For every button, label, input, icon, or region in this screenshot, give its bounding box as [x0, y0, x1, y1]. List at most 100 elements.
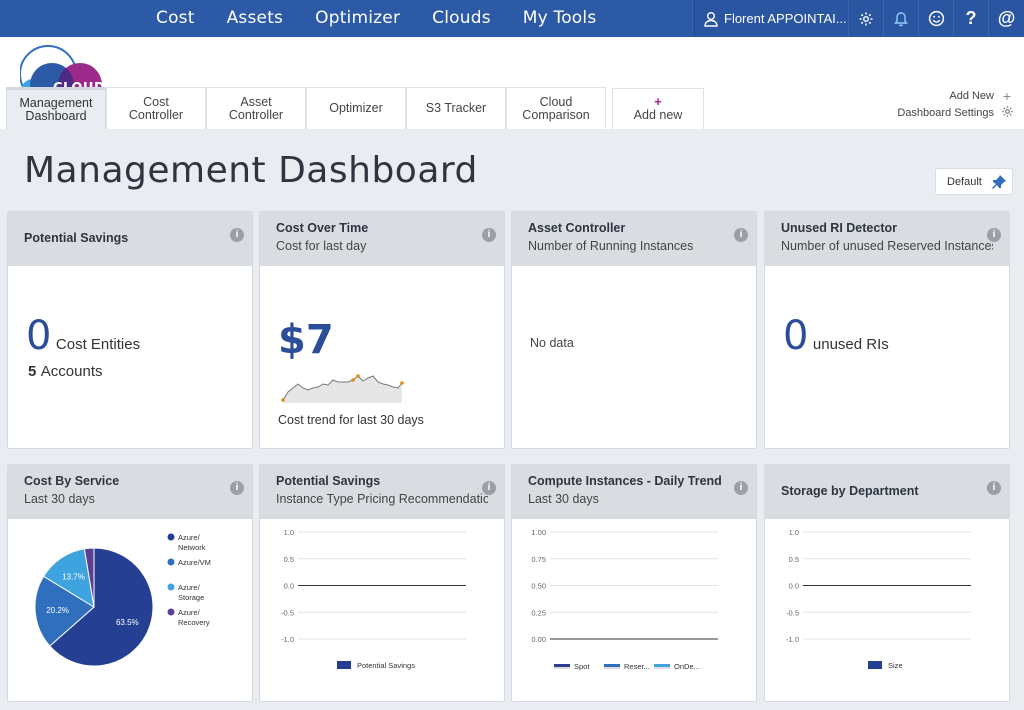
y-tick-label: 1.0 [789, 528, 799, 537]
card-header: Cost Over Time Cost for last day i [260, 212, 504, 266]
user-menu[interactable]: Florent APPOINTAI... [695, 0, 849, 37]
tab-label: Cost [143, 94, 169, 109]
y-tick-label: 0.25 [531, 608, 546, 617]
add-new-widget-button[interactable]: Add New + [897, 87, 1014, 104]
card-title: Potential Savings [276, 474, 381, 488]
plus-icon: + [1002, 87, 1012, 104]
card-subtitle: Number of unused Reserved Instances [781, 239, 993, 253]
y-tick-label: 0.0 [284, 582, 294, 591]
legend-swatch [337, 661, 351, 669]
accounts-metric[interactable]: 5 Accounts [28, 363, 103, 381]
cost-trend-label: Cost trend for last 30 days [278, 413, 424, 427]
info-icon[interactable]: i [482, 481, 496, 495]
legend-label: Recovery [178, 618, 210, 627]
no-data-message: No data [530, 336, 574, 350]
storage-by-department-chart: 1.0 0.5 0.0 -0.5 -1.0 Size [786, 528, 971, 670]
y-tick-label: -0.5 [281, 608, 294, 617]
accounts-label: Accounts [40, 363, 103, 380]
bell-icon[interactable] [884, 0, 919, 37]
y-tick-label: 0.50 [531, 582, 546, 591]
legend-label: Network [178, 543, 206, 552]
cost-sparkline [281, 374, 404, 403]
card-title: Asset Controller [528, 221, 626, 235]
legend-swatch [654, 664, 670, 667]
card-header: Compute Instances - Daily Trend Last 30 … [512, 465, 756, 519]
tab-label: Optimizer [329, 101, 383, 115]
info-icon[interactable]: i [230, 481, 244, 495]
tab-optimizer[interactable]: Optimizer [306, 87, 406, 129]
nav-cost[interactable]: Cost [156, 0, 195, 37]
info-icon[interactable]: i [230, 228, 244, 242]
unused-ri-count: 0 [783, 313, 809, 359]
nav-assets[interactable]: Assets [227, 0, 284, 37]
info-icon[interactable]: i [987, 481, 1001, 495]
info-icon[interactable]: i [482, 228, 496, 242]
pin-icon [991, 174, 1006, 189]
info-icon[interactable]: i [987, 228, 1001, 242]
tab-cloud-comparison[interactable]: Cloud Comparison [506, 87, 606, 129]
cost-value: $7 [278, 317, 334, 363]
dashboard-settings-label: Dashboard Settings [897, 106, 994, 119]
gear-icon [1000, 105, 1014, 121]
y-tick-label: -1.0 [786, 635, 799, 644]
tab-s3-tracker[interactable]: S3 Tracker [406, 87, 506, 129]
card-subtitle: Cost for last day [276, 239, 367, 253]
unused-ri-metric[interactable]: 0 unused RIs [783, 313, 889, 359]
unused-ri-card: Unused RI Detector Number of unused Rese… [764, 211, 1010, 449]
card-header: Cost By Service Last 30 days i [8, 465, 252, 519]
potential-savings-card: Potential Savings i 0 Cost Entities 5 Ac… [7, 211, 253, 449]
add-new-tab-label: Add new [633, 108, 683, 122]
card-title: Cost By Service [24, 474, 120, 488]
legend-label: Azure/ [178, 608, 201, 617]
card-title: Storage by Department [781, 484, 919, 498]
at-icon[interactable]: @ [989, 0, 1024, 37]
legend-marker [167, 558, 175, 566]
info-icon[interactable]: i [734, 481, 748, 495]
info-icon[interactable]: i [734, 228, 748, 242]
card-header: Asset Controller Number of Running Insta… [512, 212, 756, 266]
card-title: Unused RI Detector [781, 221, 897, 235]
storage-by-department-card: Storage by Department i 1.0 0.5 0.0 -0.5 -1.… [764, 464, 1010, 702]
card-subtitle: Last 30 days [24, 492, 95, 506]
dashboard-settings-button[interactable]: Dashboard Settings [897, 104, 1014, 121]
header-actions: Add New + Dashboard Settings [897, 87, 1014, 121]
y-tick-label: -1.0 [281, 635, 294, 644]
dashboard-tabs: Management Dashboard Cost Controller Asset… [6, 87, 606, 129]
legend-label: Azure/VM [178, 558, 211, 567]
main-nav: Cost Assets Optimizer Clouds My Tools [140, 0, 612, 37]
user-icon [704, 11, 718, 27]
card-subtitle: Number of Running Instances [528, 239, 694, 253]
legend-label: Reser... [624, 662, 650, 671]
potential-savings-chart-card: Potential Savings Instance Type Pricing … [259, 464, 505, 702]
nav-clouds[interactable]: Clouds [432, 0, 491, 37]
default-label: Default [947, 175, 982, 188]
legend-label: Storage [178, 593, 204, 602]
tab-asset-controller[interactable]: Asset Controller [206, 87, 306, 129]
gear-icon[interactable] [849, 0, 884, 37]
add-new-label: Add New [949, 89, 994, 102]
cost-by-service-pie: 63.5% 20.2% 13.7% Azure/Network Azure/VM Azur… [34, 533, 211, 667]
cost-entities-metric: 0 Cost Entities [26, 313, 140, 359]
cost-by-service-card: Cost By Service Last 30 days i 63.5% 20.2… [7, 464, 253, 702]
default-dashboard-button[interactable]: Default [935, 168, 1013, 195]
legend-label: Azure/ [178, 583, 201, 592]
tab-label: Comparison [522, 107, 590, 122]
tab-cost-controller[interactable]: Cost Controller [106, 87, 206, 129]
tab-label: Cloud [539, 94, 573, 109]
y-tick-label: 0.0 [789, 582, 799, 591]
smiley-icon[interactable] [919, 0, 954, 37]
pie-data-label: 20.2% [46, 606, 69, 615]
add-new-tab-button[interactable]: + Add new [612, 88, 704, 129]
tab-label: Management [19, 95, 93, 110]
compute-instances-chart: 1.00 0.75 0.50 0.25 0.00 Spot Reser... OnDe... [531, 528, 718, 671]
pie-data-label: 63.5% [116, 618, 139, 627]
card-header: Unused RI Detector Number of unused Rese… [765, 212, 1009, 266]
nav-optimizer[interactable]: Optimizer [315, 0, 400, 37]
legend-marker [167, 533, 175, 541]
tab-management-dashboard[interactable]: Management Dashboard [6, 87, 106, 129]
cost-entities-label: Cost Entities [55, 336, 141, 353]
help-icon[interactable]: ? [954, 0, 989, 37]
nav-my-tools[interactable]: My Tools [523, 0, 597, 37]
y-tick-label: 0.5 [284, 555, 294, 564]
unused-ri-label: unused RIs [812, 336, 889, 353]
